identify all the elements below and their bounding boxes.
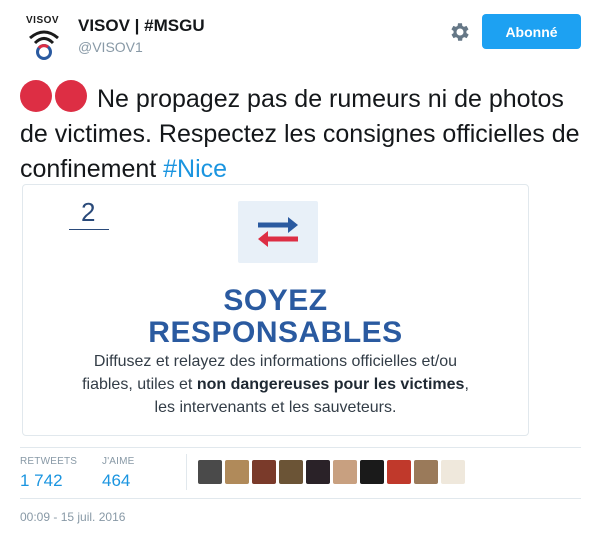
- card-body-bold: non dangereuses pour les victimes: [196, 376, 465, 393]
- retweets-count[interactable]: 1 742: [20, 471, 77, 491]
- liker-avatar[interactable]: [441, 460, 465, 484]
- card-title-line2: RESPONSABLES: [148, 316, 403, 349]
- tweet-header: VISOV VISOV | #MSGU @VISOV1 Abonné: [20, 14, 587, 62]
- retweets-label: RETWEETS: [20, 456, 78, 467]
- wifi-logo-icon: [29, 30, 59, 60]
- tweet-text: Ne propagez pas de rumeurs ni de photos …: [20, 80, 580, 187]
- tweet-body: Ne propagez pas de rumeurs ni de photos …: [20, 85, 580, 183]
- avatar-logo-text: VISOV: [26, 15, 60, 26]
- liker-avatar[interactable]: [198, 460, 222, 484]
- user-names[interactable]: VISOV | #MSGU @VISOV1: [78, 16, 205, 55]
- liker-avatar[interactable]: [387, 460, 411, 484]
- media-card[interactable]: 2 SOYEZ RESPONSABLES Diffusez et relayez…: [22, 184, 529, 436]
- retweet-stat[interactable]: RETWEETS 1 742: [20, 456, 77, 491]
- liker-avatar[interactable]: [225, 460, 249, 484]
- divider: [186, 454, 187, 490]
- red-circle-emoji: [55, 80, 87, 112]
- tweet-timestamp[interactable]: 00:09 - 15 juil. 2016: [20, 510, 125, 524]
- liker-avatar[interactable]: [306, 460, 330, 484]
- red-circle-emoji: [20, 80, 52, 112]
- card-body: Diffusez et relayez des informations off…: [23, 350, 528, 419]
- avatar[interactable]: VISOV: [20, 14, 68, 62]
- divider: [69, 229, 109, 230]
- liker-avatar[interactable]: [279, 460, 303, 484]
- likes-count[interactable]: 464: [102, 471, 135, 491]
- liker-avatar[interactable]: [360, 460, 384, 484]
- card-number: 2: [81, 197, 96, 227]
- card-icon-box: [238, 201, 318, 263]
- full-name[interactable]: VISOV | #MSGU: [78, 16, 205, 36]
- follow-button[interactable]: Abonné: [482, 14, 581, 49]
- tweet-stats: RETWEETS 1 742 J'AIME 464: [20, 447, 581, 499]
- screen-name[interactable]: @VISOV1: [78, 39, 205, 55]
- liker-avatars: [198, 460, 468, 484]
- liker-avatar[interactable]: [333, 460, 357, 484]
- hashtag-link[interactable]: #Nice: [163, 155, 227, 183]
- card-title-line1: SOYEZ: [223, 284, 328, 317]
- like-stat[interactable]: J'AIME 464: [102, 456, 135, 491]
- liker-avatar[interactable]: [414, 460, 438, 484]
- swap-arrows-icon: [258, 217, 298, 247]
- likes-label: J'AIME: [102, 456, 135, 467]
- gear-icon[interactable]: [448, 20, 472, 44]
- liker-avatar[interactable]: [252, 460, 276, 484]
